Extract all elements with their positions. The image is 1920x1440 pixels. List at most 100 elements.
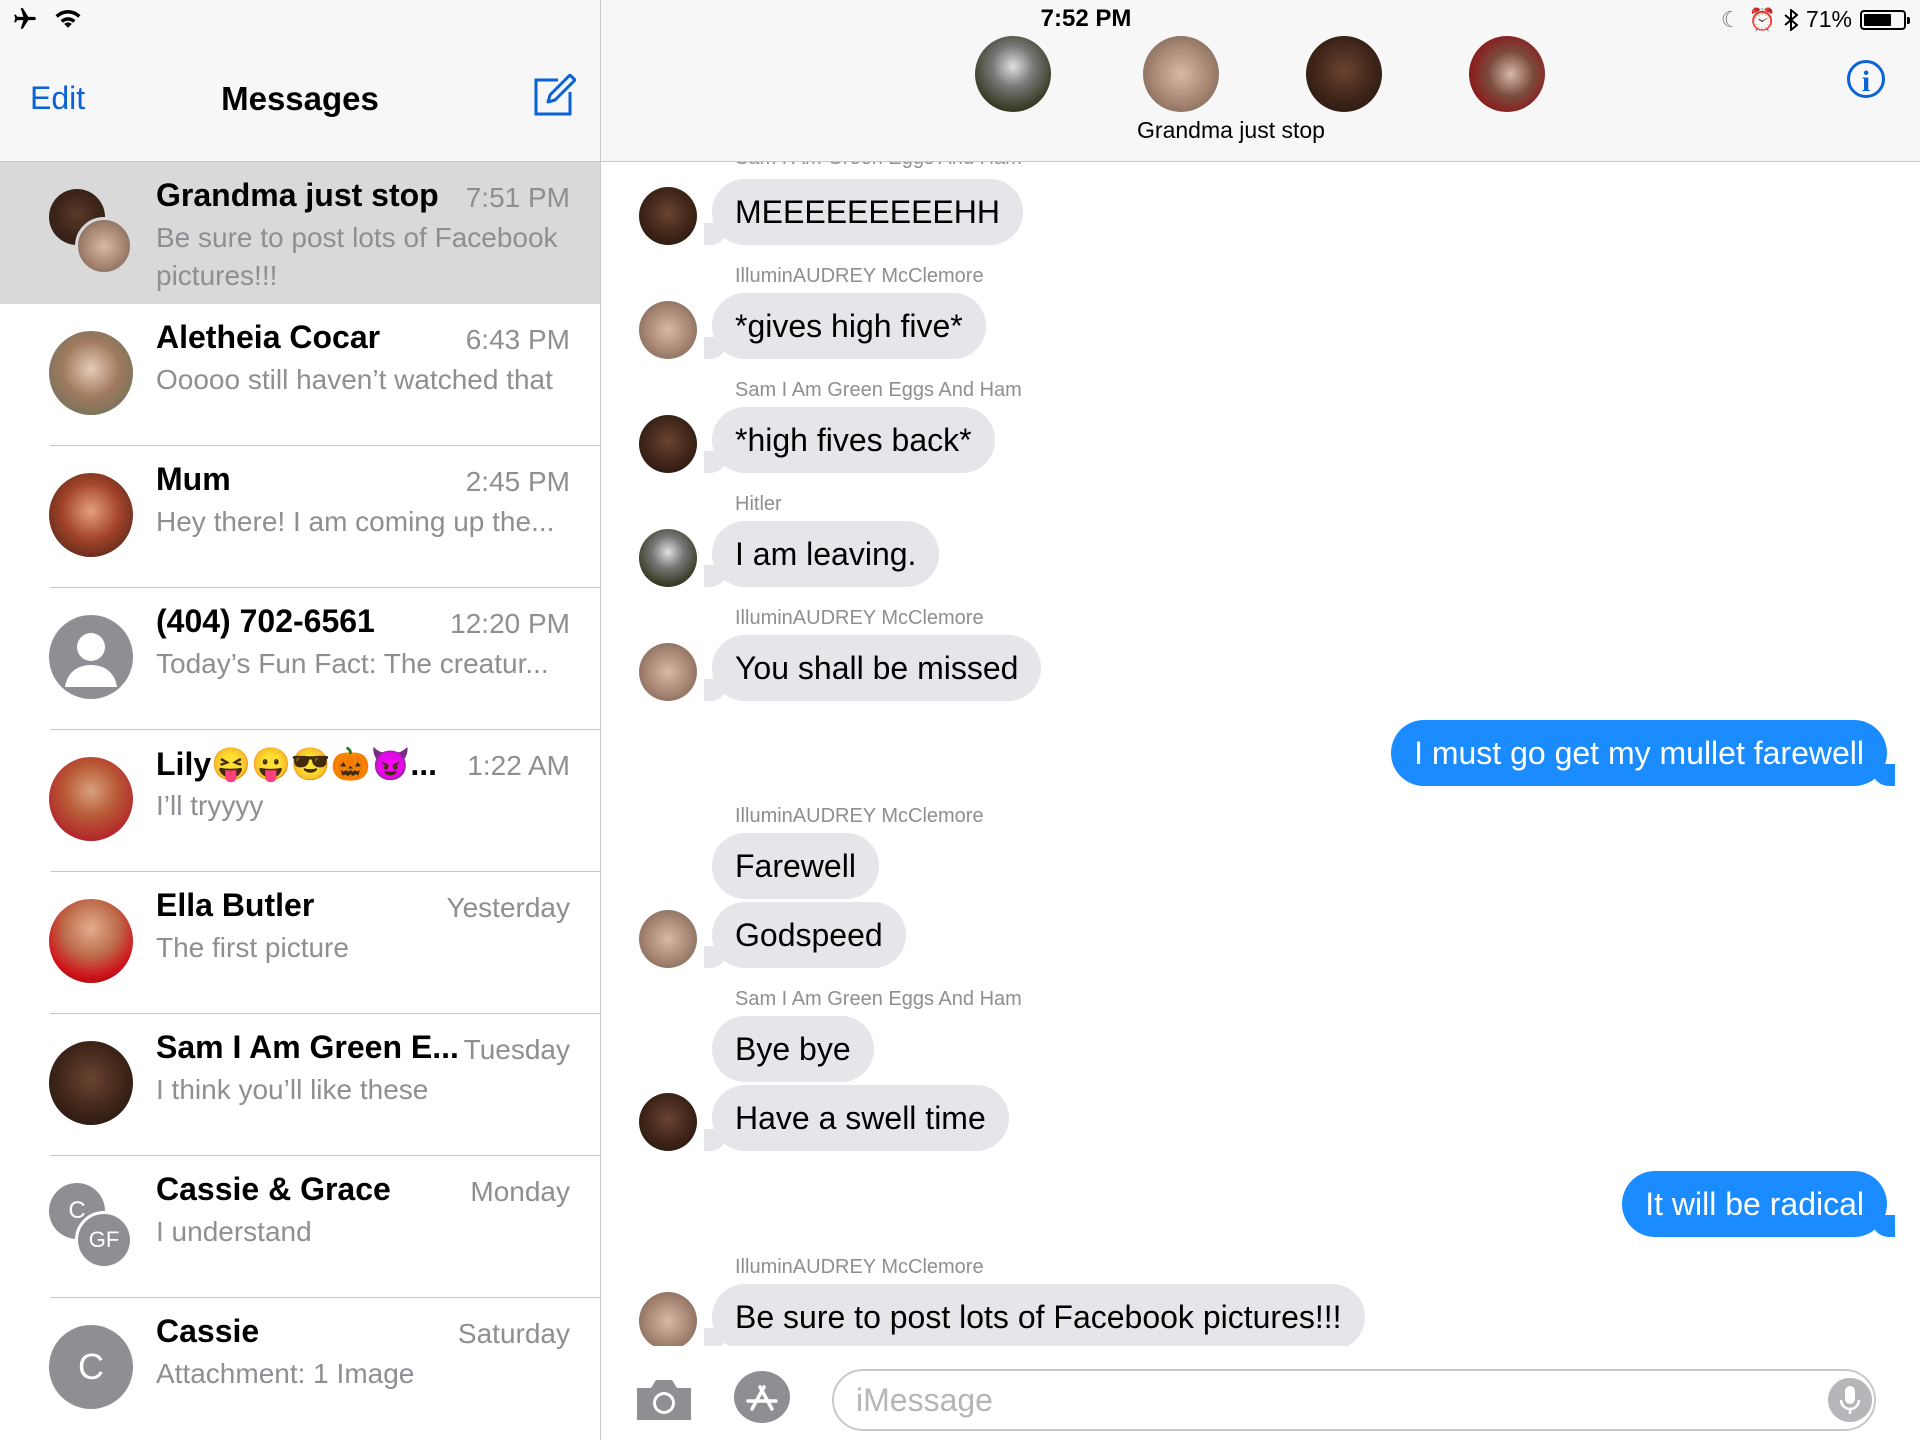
info-button[interactable]: i	[1847, 60, 1885, 98]
message-sender: IlluminAUDREY McClemore	[735, 607, 984, 629]
message-sender: IlluminAUDREY McClemore	[735, 265, 984, 287]
compose-icon[interactable]	[532, 74, 576, 118]
message-bubble[interactable]: Farewell	[712, 833, 879, 899]
avatar	[49, 331, 133, 415]
conversation-time: 2:45 PM	[465, 466, 570, 497]
battery-icon	[1860, 9, 1910, 30]
message-bubble[interactable]: Godspeed	[704, 902, 906, 968]
message-sender: IlluminAUDREY McClemore	[735, 1256, 984, 1278]
conversation-name: Lily😝😛😎🎃😈...	[156, 746, 438, 782]
message-input-bar	[601, 1346, 1920, 1440]
group-member-avatar[interactable]	[975, 36, 1051, 112]
wifi-icon	[55, 9, 81, 28]
conversation-preview: I’ll tryyyy	[156, 790, 264, 821]
message-bubble[interactable]: I am leaving.	[703, 521, 940, 587]
conversation-time: Yesterday	[446, 892, 571, 923]
sender-avatar	[639, 415, 697, 473]
group-avatar-stack: C GF	[49, 1183, 133, 1269]
message-sender: Sam I Am Green Eggs And Ham	[735, 162, 1022, 170]
conversation-row-ella-butler[interactable]: Ella Butler Yesterday The first picture	[0, 872, 600, 1014]
sender-avatar	[639, 1093, 697, 1151]
message-bubble-outgoing[interactable]: It will be radical	[1622, 1171, 1895, 1237]
conversation-list-header: Edit Messages	[0, 0, 600, 162]
conversation-row-sam[interactable]: Sam I Am Green E... Tuesday I think you’…	[0, 1014, 600, 1156]
conversation-time: 7:51 PM	[465, 182, 570, 213]
conversation-time: 12:20 PM	[450, 608, 570, 639]
conversation-row-grandma-just-stop[interactable]: Grandma just stop 7:51 PM Be sure to pos…	[0, 162, 600, 304]
conversation-preview: I think you’ll like these	[156, 1074, 429, 1105]
conversation-preview: The first picture	[156, 932, 349, 963]
initials-avatar: C	[49, 1325, 133, 1409]
conversation-name: Aletheia Cocar	[156, 319, 381, 355]
battery-fill	[1864, 13, 1891, 26]
conversation-row-cassie[interactable]: C Cassie Saturday Attachment: 1 Image	[0, 1298, 600, 1440]
message-bubble[interactable]: MEEEEEEEEEHH	[704, 179, 1023, 245]
conversation-preview: Hey there! I am coming up the...	[156, 506, 555, 537]
conversation-list-pane: Edit Messages Grandma just stop 7:51 PM …	[0, 0, 601, 1440]
group-member-avatar[interactable]	[1306, 36, 1382, 112]
conversation-preview: Today’s Fun Fact: The creatur...	[156, 648, 549, 679]
conversation-name: (404) 702-6561	[156, 603, 375, 639]
conversation-row-cassie-grace[interactable]: C GF Cassie & Grace Monday I understand	[0, 1156, 600, 1298]
avatar	[49, 899, 133, 983]
group-member-avatar[interactable]	[1143, 36, 1219, 112]
sender-avatar	[639, 187, 697, 245]
message-bubble[interactable]: Bye bye	[712, 1016, 874, 1082]
message-bubble[interactable]: You shall be missed	[703, 635, 1042, 701]
person-silhouette-icon	[65, 633, 117, 687]
camera-icon[interactable]	[633, 1374, 695, 1424]
imessage-input[interactable]	[832, 1369, 1876, 1431]
message-bubble-outgoing[interactable]: I must go get my mullet farewell	[1391, 720, 1895, 786]
conversation-row-lily[interactable]: Lily😝😛😎🎃😈... 1:22 AM I’ll tryyyy	[0, 730, 600, 872]
status-bar-left	[10, 6, 83, 39]
moon-icon: ☾	[1720, 6, 1741, 32]
group-avatar-stack	[49, 189, 133, 275]
conversation-time: Saturday	[457, 1318, 570, 1349]
message-sender: Hitler	[735, 493, 782, 515]
conversation-name: Ella Butler	[156, 887, 315, 923]
conversation-name: Grandma just stop	[156, 177, 439, 213]
avatar	[49, 473, 133, 557]
message-bubble[interactable]: Be sure to post lots of Facebook picture…	[704, 1284, 1365, 1346]
conversation-name: Cassie	[156, 1313, 260, 1349]
sender-avatar	[639, 1292, 697, 1346]
initials-avatar: GF	[75, 1211, 133, 1269]
conversation-preview: I understand	[156, 1216, 312, 1247]
status-time: 7:52 PM	[1040, 5, 1132, 32]
group-member-avatar[interactable]	[1469, 36, 1545, 112]
conversation-preview: Be sure to post lots of Facebook picture…	[156, 222, 558, 291]
conversation-time: Tuesday	[463, 1034, 570, 1065]
conversation-row-phone-number[interactable]: (404) 702-6561 12:20 PM Today’s Fun Fact…	[0, 588, 600, 730]
avatar	[49, 757, 133, 841]
message-transcript[interactable]: Sam I Am Green Eggs And Ham MEEEEEEEEEHH…	[601, 162, 1920, 1346]
microphone-icon[interactable]	[1828, 1378, 1872, 1422]
conversation-time: 1:22 AM	[467, 750, 570, 781]
message-bubble[interactable]: Have a swell time	[704, 1085, 1009, 1151]
alarm-icon: ⏰	[1748, 6, 1776, 32]
sender-avatar	[639, 529, 697, 587]
chat-pane: 7:52 PM ☾ ⏰ 71% Grandma just stop i Sam …	[601, 0, 1920, 1440]
battery-percent: 71%	[1805, 6, 1852, 32]
conversation-time: Monday	[470, 1176, 570, 1207]
group-name[interactable]: Grandma just stop	[921, 117, 1541, 144]
conversation-row-aletheia-cocar[interactable]: Aletheia Cocar 6:43 PM Ooooo still haven…	[0, 304, 600, 446]
airplane-icon	[14, 8, 36, 29]
sender-avatar	[639, 643, 697, 701]
message-sender: IlluminAUDREY McClemore	[735, 805, 984, 827]
conversation-preview: Ooooo still haven’t watched that	[156, 364, 553, 395]
message-bubble[interactable]: *high fives back*	[704, 407, 995, 473]
conversation-name: Cassie & Grace	[156, 1171, 391, 1207]
conversation-time: 6:43 PM	[465, 324, 570, 355]
message-sender: Sam I Am Green Eggs And Ham	[735, 988, 1022, 1010]
sender-avatar	[639, 301, 697, 359]
chat-header: 7:52 PM ☾ ⏰ 71% Grandma just stop i	[601, 0, 1920, 162]
bluetooth-icon	[1784, 8, 1798, 31]
status-bar-right: ☾ ⏰ 71%	[1720, 6, 1910, 33]
conversation-row-mum[interactable]: Mum 2:45 PM Hey there! I am coming up th…	[0, 446, 600, 588]
sender-avatar	[639, 910, 697, 968]
app-store-icon[interactable]	[732, 1369, 792, 1425]
conversation-preview: Attachment: 1 Image	[156, 1358, 415, 1389]
avatar	[75, 217, 133, 275]
message-bubble[interactable]: *gives high five*	[704, 293, 986, 359]
avatar	[49, 615, 133, 699]
